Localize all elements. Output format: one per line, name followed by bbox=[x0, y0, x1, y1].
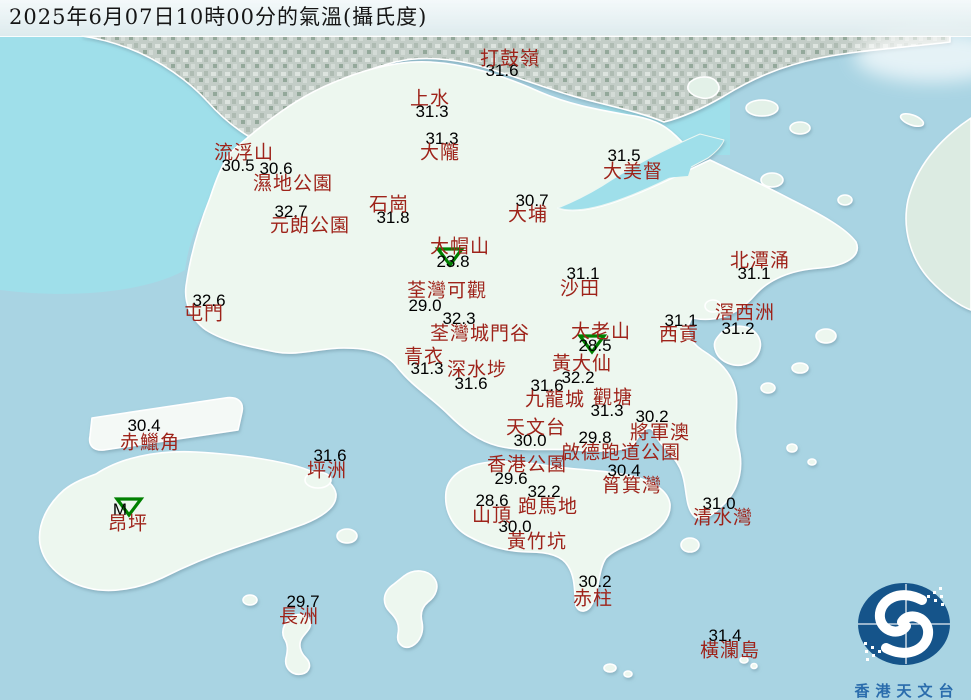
station-name: 長洲 bbox=[279, 602, 319, 629]
station-name: 大隴 bbox=[420, 138, 460, 165]
station-name: 坪洲 bbox=[307, 456, 347, 483]
station-name: 昂坪 bbox=[108, 509, 148, 536]
station-name: 天文台 bbox=[506, 413, 566, 440]
station-name: 黃竹坑 bbox=[507, 527, 567, 554]
hko-logo-icon bbox=[843, 579, 965, 673]
station-name: 屯門 bbox=[184, 299, 224, 326]
station-name: 石崗 bbox=[369, 190, 409, 217]
station-name: 沙田 bbox=[560, 274, 600, 301]
station-name: 觀塘 bbox=[593, 383, 633, 410]
station-name: 大埔 bbox=[508, 200, 548, 227]
station-name: 橫瀾島 bbox=[700, 636, 760, 663]
station-name: 荃灣城門谷 bbox=[430, 319, 530, 346]
station-name: 青衣 bbox=[404, 342, 444, 369]
weather-map-canvas: 31.6打鼓嶺31.3上水31.3大隴30.5流浮山30.6濕地公園32.7元朗… bbox=[0, 0, 971, 700]
station-name: 香港公園 bbox=[487, 450, 567, 477]
station-name: 清水灣 bbox=[693, 503, 753, 530]
station-name: 赤鱲角 bbox=[120, 428, 180, 455]
station-name: 跑馬地 bbox=[518, 492, 578, 519]
station-name: 啟德跑道公園 bbox=[561, 438, 681, 465]
map-title: 2025年6月07日10時00分的氣溫(攝氏度) bbox=[0, 0, 971, 35]
hko-logo: 香港天文台 HONG KONG OBSERVATORY bbox=[837, 579, 971, 700]
station-name: 黃大仙 bbox=[552, 349, 612, 376]
station-name: 流浮山 bbox=[214, 138, 274, 165]
station-name: 打鼓嶺 bbox=[480, 44, 540, 71]
station-name: 山頂 bbox=[472, 501, 512, 528]
station-name: 大帽山 bbox=[430, 232, 490, 259]
station-name: 深水埗 bbox=[447, 355, 507, 382]
station-name: 大美督 bbox=[603, 157, 663, 184]
station-name: 九龍城 bbox=[525, 385, 585, 412]
title-bar: 2025年6月07日10時00分的氣溫(攝氏度) bbox=[0, 0, 971, 37]
station-name: 滘西洲 bbox=[715, 298, 775, 325]
station-name: 赤柱 bbox=[573, 584, 613, 611]
hko-logo-chinese: 香港天文台 bbox=[843, 680, 971, 700]
station-name: 荃灣可觀 bbox=[407, 276, 487, 303]
station-name: 大老山 bbox=[571, 317, 631, 344]
station-name: 上水 bbox=[410, 84, 450, 111]
station-name: 濕地公園 bbox=[253, 169, 333, 196]
station-name: 筲箕灣 bbox=[602, 471, 662, 498]
station-name: 北潭涌 bbox=[730, 246, 790, 273]
station-name: 西貢 bbox=[659, 320, 699, 347]
station-name: 元朗公園 bbox=[270, 211, 350, 238]
stations-layer: 31.6打鼓嶺31.3上水31.3大隴30.5流浮山30.6濕地公園32.7元朗… bbox=[0, 0, 971, 700]
